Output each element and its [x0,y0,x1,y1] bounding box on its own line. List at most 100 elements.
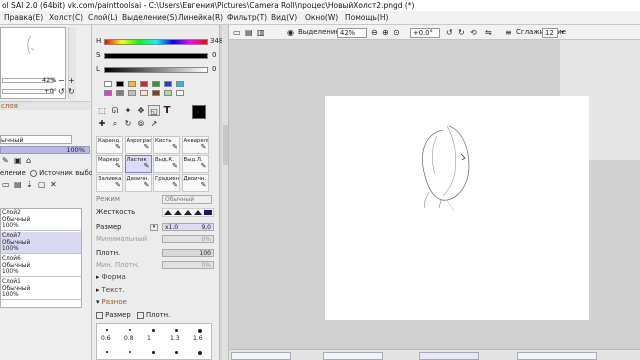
brush-preset[interactable]: Заливка ✎ [96,174,123,192]
drawing-canvas[interactable] [325,96,589,320]
eye-icon[interactable]: ◉ [287,25,294,40]
mode-select[interactable]: Обычный [162,195,212,204]
menu-view[interactable]: Вид(V) [271,11,297,25]
smoothing-field[interactable]: 12 [542,28,558,38]
document-tab[interactable] [231,352,291,360]
menu-selection[interactable]: Выделение(S) [122,11,177,25]
menu-filter[interactable]: Фильтр(T) [227,11,267,25]
document-tab[interactable] [517,352,597,360]
hand-icon[interactable]: ✚ [96,118,108,129]
doc-icon[interactable]: ▭ [233,25,241,40]
zoom-reset-icon[interactable]: ⊙ [393,25,400,40]
menu-edit[interactable]: Правка(E) [4,11,43,25]
angle-field[interactable]: +0.0° [410,28,440,38]
smoothing-dropdown-icon[interactable]: ▾ [561,25,564,40]
layer-item-selected[interactable]: Слой7 Обычный 100% [1,232,81,254]
size-checkbox[interactable] [96,311,103,319]
eyedropper-icon[interactable]: ⦾ [135,118,147,129]
brush-preset[interactable]: Кисть ✎ [153,136,180,154]
brush-size-dot[interactable] [106,351,108,353]
color-swatch[interactable] [104,81,112,87]
rotate-icon[interactable]: ↻ [122,118,134,129]
blend-mode-select[interactable]: ычный [0,135,72,144]
brush-size-dot[interactable] [175,351,179,355]
brush-size-dot[interactable] [129,329,132,332]
tool-panel-scrollbar[interactable] [222,25,229,360]
brush-preset[interactable]: Акварель ✎ [181,136,209,154]
color-swatch[interactable] [164,90,172,96]
lasso-icon[interactable]: ᘏ [109,105,121,116]
brush-preset[interactable]: Двоичн. ✎ [124,174,152,192]
primary-color[interactable] [192,105,206,119]
brush-size-dot[interactable] [198,329,202,333]
color-swatch[interactable] [116,81,124,87]
color-swatch[interactable] [116,90,124,96]
zoom-out-icon[interactable]: ⊖ [371,25,378,40]
size-toggle[interactable]: ▾ [150,224,158,231]
misc-section[interactable]: ▾ Разное [96,298,127,306]
clip-icon[interactable]: ⌂ [26,156,31,165]
brush-preset[interactable]: Аэрограф ✎ [124,136,152,154]
color-swatch[interactable] [152,81,160,87]
brush-size-dot[interactable] [152,351,155,354]
size-slider[interactable]: x1.0 9,0 [162,223,214,231]
rotate-left-icon[interactable]: ↺ [58,87,65,96]
menu-window[interactable]: Окно(W) [305,11,338,25]
lock-icon[interactable]: ▣ [14,156,22,165]
layer-opacity-slider[interactable]: 100% [0,146,90,154]
brush-size-dot[interactable] [129,351,132,354]
brush-preset[interactable]: Выд.К. ✎ [153,155,180,173]
rotate-reset-icon[interactable]: ⟲ [470,25,477,40]
brush-preset[interactable]: Ластик ✎ [124,155,152,173]
color-swatch[interactable] [104,90,112,96]
zoom-in-icon[interactable]: ⊕ [382,25,389,40]
menu-help[interactable]: Помощь(H) [345,11,388,25]
stabilizer-icon[interactable]: ≡ [505,25,512,40]
brush-size-dot[interactable] [175,329,179,333]
layer-item[interactable]: Слой1 Обычный 100% [1,278,81,300]
new-folder-icon[interactable]: ▤ [14,180,22,189]
density-checkbox[interactable] [136,311,144,319]
hue-slider[interactable] [104,39,208,45]
zoom-icon[interactable]: ⌕ [109,118,121,129]
zoom-plus-icon[interactable]: + [68,76,75,85]
min-density-slider[interactable]: 0% [162,261,214,269]
hardness-shapes[interactable] [162,208,214,217]
brush-size-dot[interactable] [198,351,202,355]
color-swatch[interactable] [140,81,148,87]
zoom-minus-icon[interactable]: − [58,76,65,85]
menu-layer[interactable]: Слой(L) [88,11,118,25]
pipette-icon[interactable]: ↗ [148,118,160,129]
brush-size-dot[interactable] [106,329,108,331]
clear-icon[interactable]: ▢ [38,180,46,189]
layer-item[interactable]: Слой2 Обычный 100% [1,209,81,231]
min-size-slider[interactable]: 0% [162,235,214,243]
document-tab[interactable] [323,352,383,360]
form-section[interactable]: ▸ Форма [96,273,126,281]
new-layer-icon[interactable]: ▭ [2,180,10,189]
zoom-field[interactable]: 42% [337,28,367,38]
rotate-ccw-icon[interactable]: ↺ [446,25,453,40]
color-swatch[interactable] [128,81,136,87]
delete-layer-icon[interactable]: ✕ [50,180,57,189]
brush-size-dot[interactable] [152,329,155,332]
text-tool-icon[interactable]: T [161,105,173,116]
color-swatch[interactable] [164,81,172,87]
layer-item[interactable]: Слой6 Обычный 100% [1,255,81,277]
brush-preset[interactable]: Двоичн. ✎ [181,174,209,192]
rotate-cw-icon[interactable]: ↻ [458,25,465,40]
document-tab-active[interactable] [419,352,479,360]
pen-icon[interactable]: ✎ [2,156,9,165]
texture-section[interactable]: ▸ Текст. [96,286,124,294]
flip-icon[interactable]: ⇋ [485,25,492,40]
brush-preset[interactable]: Каранд. ✎ [96,136,123,154]
color-swatch[interactable] [128,90,136,96]
color-swatch[interactable] [152,90,160,96]
scroll-thumb[interactable] [223,125,228,165]
menu-ruler[interactable]: Линейка(R) [178,11,223,25]
transform-icon[interactable]: ◱ [148,105,160,116]
menu-canvas[interactable]: Холст(C) [49,11,83,25]
color-swatch[interactable] [140,90,148,96]
select-rect-icon[interactable]: ⬚ [96,105,108,116]
save-icon[interactable]: ▥ [257,25,265,40]
